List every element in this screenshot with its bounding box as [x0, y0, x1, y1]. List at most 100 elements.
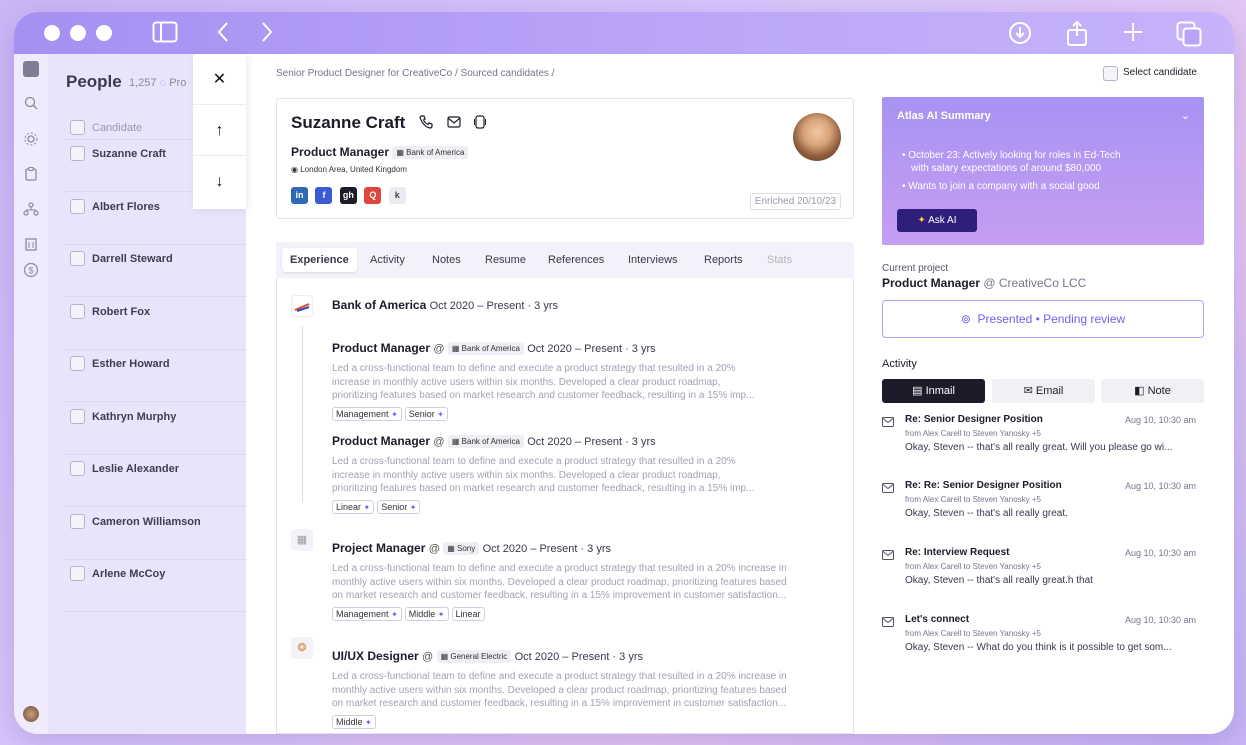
quora-icon[interactable]: Q: [364, 187, 382, 205]
org-chart-icon[interactable]: [23, 201, 39, 217]
tab-resume[interactable]: Resume: [477, 248, 534, 272]
tabs-overview-icon[interactable]: [1176, 21, 1202, 47]
dollar-icon[interactable]: $: [23, 262, 39, 278]
people-list-item[interactable]: Kathryn Murphy: [64, 403, 246, 455]
share-icon[interactable]: [1066, 21, 1088, 47]
svg-text:$: $: [28, 266, 33, 276]
skill-tag[interactable]: Middle ✦: [404, 607, 449, 621]
sparkle-icon: ✦: [437, 610, 445, 619]
candidate-location: ◉ London Area, United Kingdom: [291, 165, 407, 174]
candidate-checkbox[interactable]: [70, 251, 85, 266]
inmail-button[interactable]: ▤ Inmail: [882, 379, 985, 403]
app-logo-icon[interactable]: [23, 61, 39, 77]
select-candidate-checkbox[interactable]: [1103, 66, 1118, 81]
skill-tag[interactable]: Management ✦: [332, 607, 402, 621]
skill-tag[interactable]: Middle ✦: [332, 715, 376, 729]
people-list-item[interactable]: Esther Howard: [64, 350, 246, 402]
message-subject: Re: Re: Senior Designer Position: [905, 480, 1062, 491]
facebook-icon[interactable]: f: [315, 187, 333, 205]
linkedin-icon[interactable]: in: [291, 187, 308, 205]
enriched-badge: Enriched 20/10/23: [749, 193, 841, 210]
skill-tag[interactable]: Linear: [451, 607, 485, 621]
people-list-item[interactable]: Darrell Steward: [64, 245, 246, 297]
minimize-dot[interactable]: [70, 25, 86, 41]
current-project[interactable]: Product Manager @ CreativeCo LCC: [882, 276, 1086, 290]
tab-activity[interactable]: Activity: [362, 248, 413, 272]
select-all-checkbox[interactable]: [70, 120, 85, 135]
role-title: UI/UX Designer: [332, 649, 419, 663]
building-icon[interactable]: [23, 236, 39, 252]
candidate-checkbox[interactable]: [70, 198, 85, 214]
people-count-value: 1,257: [129, 77, 157, 89]
people-list-item[interactable]: Robert Fox: [64, 298, 246, 350]
role-title: Project Manager: [332, 541, 426, 555]
candidate-list-name: Leslie Alexander: [92, 463, 180, 475]
experience-company-dates: Oct 2020 – Present · 3 yrs: [429, 300, 558, 312]
note-label: Note: [1147, 385, 1171, 397]
forward-arrow-icon[interactable]: [260, 21, 274, 43]
candidate-checkbox[interactable]: [70, 566, 85, 581]
candidate-checkbox[interactable]: [70, 461, 85, 476]
candidate-checkbox[interactable]: [70, 146, 85, 161]
inmail-icon: ▤: [912, 385, 923, 397]
back-arrow-icon[interactable]: [216, 21, 230, 43]
activity-message[interactable]: Re: Re: Senior Designer Position Aug 10, …: [882, 480, 1204, 530]
skill-tag[interactable]: Management ✦: [332, 407, 402, 421]
people-list-item[interactable]: Leslie Alexander: [64, 455, 246, 507]
tab-interviews[interactable]: Interviews: [620, 248, 686, 272]
activity-message[interactable]: Re: Interview Request Aug 10, 10:30 am fro…: [882, 547, 1204, 597]
role-company: Sony: [457, 544, 476, 554]
note-button[interactable]: ◧ Note: [1101, 379, 1204, 403]
tab-reports[interactable]: Reports: [696, 248, 751, 272]
atlas-point-1: • October 23: Actively looking for roles…: [902, 150, 1121, 161]
link-icon[interactable]: k: [388, 187, 406, 205]
role-company-chip: ▦ Sony: [443, 542, 480, 556]
status-button[interactable]: ⊚ Presented • Pending review: [882, 300, 1204, 338]
email-button[interactable]: ✉ Email: [992, 379, 1095, 403]
github-icon[interactable]: gh: [339, 187, 357, 205]
user-avatar[interactable]: [23, 706, 39, 722]
sparkle-icon: ✦: [391, 610, 398, 619]
people-list-item[interactable]: Cameron Williamson: [64, 508, 246, 560]
bank-of-america-logo: [291, 295, 313, 317]
atlas-ai-summary: Atlas AI Summary ⌄ • October 23: Activel…: [882, 97, 1204, 245]
skill-tag[interactable]: Senior ✦: [377, 500, 421, 514]
clipboard-icon[interactable]: [23, 166, 39, 182]
tab-references[interactable]: References: [540, 248, 612, 272]
candidate-checkbox[interactable]: [70, 513, 85, 529]
role-company: Bank of America: [461, 437, 520, 447]
copy-icon[interactable]: [474, 113, 487, 129]
activity-message[interactable]: Let's connect Aug 10, 10:30 am from Alex C…: [882, 614, 1204, 664]
search-icon[interactable]: [23, 95, 39, 111]
candidate-checkbox[interactable]: [70, 408, 85, 424]
mail-icon[interactable]: [447, 113, 465, 128]
message-preview: Okay, Steven -- that's all really great.…: [905, 575, 1093, 586]
sparkle-icon: ✦: [917, 215, 926, 226]
role-header: Product Manager @ ▦ Bank of America Oct …: [332, 341, 656, 356]
settings-icon[interactable]: [23, 131, 39, 147]
breadcrumb[interactable]: Senior Product Designer for CreativeCo /…: [276, 68, 554, 79]
candidate-role: Product Manager ▦ Bank of America: [291, 145, 469, 160]
activity-message[interactable]: Re: Senior Designer Position Aug 10, 10:3…: [882, 414, 1204, 464]
new-tab-icon[interactable]: [1122, 21, 1144, 43]
close-icon[interactable]: ✕: [193, 54, 246, 105]
chevron-down-icon[interactable]: ⌄: [1181, 109, 1190, 122]
next-candidate-button[interactable]: ↓: [193, 156, 246, 207]
sidebar-toggle-icon[interactable]: [152, 21, 178, 43]
tab-experience[interactable]: Experience: [282, 248, 357, 272]
previous-candidate-button[interactable]: ↑: [193, 105, 246, 156]
phone-icon[interactable]: [419, 113, 437, 129]
candidate-checkbox[interactable]: [70, 303, 85, 319]
people-list-item[interactable]: Arlene McCoy: [64, 560, 246, 612]
at-symbol: @: [422, 651, 434, 663]
ask-ai-button[interactable]: ✦ Ask AI: [897, 209, 977, 232]
skill-tag[interactable]: Linear ✦: [332, 500, 375, 514]
skill-tag-label: Management: [336, 609, 389, 619]
close-dot[interactable]: [44, 25, 60, 41]
message-from: from Alex Carell to Steven Yanosky +5: [905, 629, 1041, 638]
download-icon[interactable]: [1008, 21, 1032, 45]
skill-tag[interactable]: Senior ✦: [404, 407, 448, 421]
candidate-checkbox[interactable]: [70, 356, 85, 371]
maximize-dot[interactable]: [96, 25, 112, 41]
tab-notes[interactable]: Notes: [424, 248, 469, 272]
